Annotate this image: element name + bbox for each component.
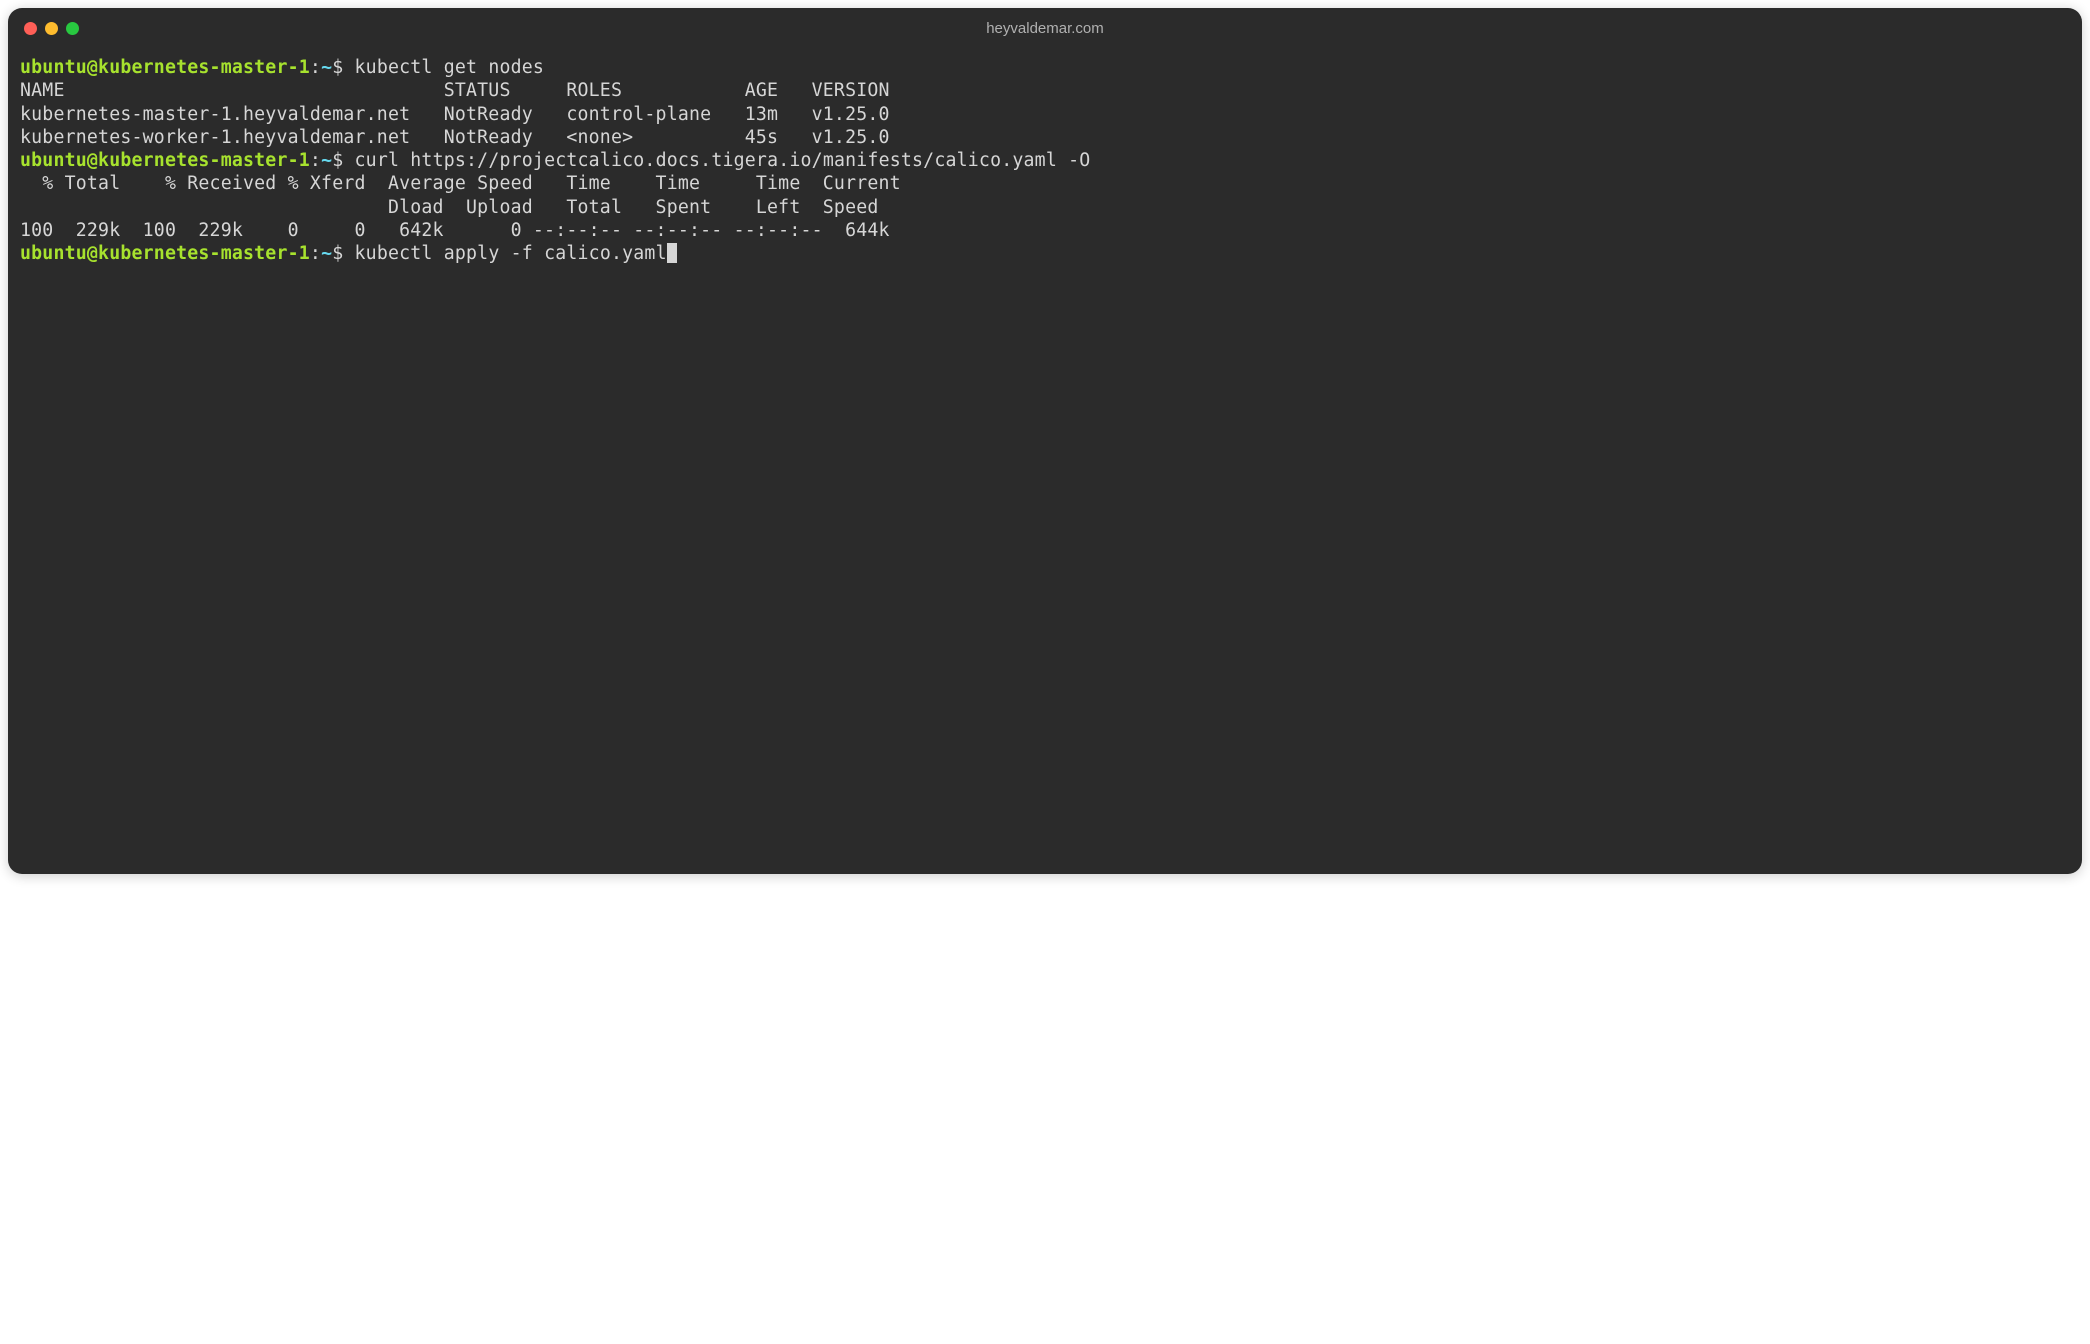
prompt-path: ~ [321, 243, 332, 264]
cursor-icon [667, 243, 677, 263]
curl-row: 100 229k 100 229k 0 0 642k 0 --:--:-- --… [20, 220, 890, 241]
nodes-row-2: kubernetes-worker-1.heyvaldemar.net NotR… [20, 127, 890, 148]
prompt-colon: : [310, 57, 321, 78]
prompt-user-host: ubuntu@kubernetes-master-1 [20, 150, 310, 171]
traffic-lights [24, 22, 79, 35]
prompt-path: ~ [321, 150, 332, 171]
prompt-colon: : [310, 243, 321, 264]
nodes-row-1: kubernetes-master-1.heyvaldemar.net NotR… [20, 104, 890, 125]
command-2: curl https://projectcalico.docs.tigera.i… [355, 150, 1091, 171]
prompt-dollar: $ [332, 57, 343, 78]
close-icon[interactable] [24, 22, 37, 35]
command-1: kubectl get nodes [355, 57, 545, 78]
maximize-icon[interactable] [66, 22, 79, 35]
prompt-dollar: $ [332, 150, 343, 171]
prompt-path: ~ [321, 57, 332, 78]
titlebar: heyvaldemar.com [8, 8, 2082, 48]
prompt-user-host: ubuntu@kubernetes-master-1 [20, 243, 310, 264]
minimize-icon[interactable] [45, 22, 58, 35]
terminal-window: heyvaldemar.com ubuntu@kubernetes-master… [8, 8, 2082, 874]
curl-header-1: % Total % Received % Xferd Average Speed… [20, 173, 901, 194]
prompt-dollar: $ [332, 243, 343, 264]
terminal-body[interactable]: ubuntu@kubernetes-master-1:~$ kubectl ge… [8, 48, 2082, 874]
nodes-header: NAME STATUS ROLES AGE VERSION [20, 80, 890, 101]
prompt-user-host: ubuntu@kubernetes-master-1 [20, 57, 310, 78]
prompt-colon: : [310, 150, 321, 171]
command-3: kubectl apply -f calico.yaml [355, 243, 667, 264]
window-title: heyvaldemar.com [8, 20, 2082, 37]
curl-header-2: Dload Upload Total Spent Left Speed [20, 197, 879, 218]
